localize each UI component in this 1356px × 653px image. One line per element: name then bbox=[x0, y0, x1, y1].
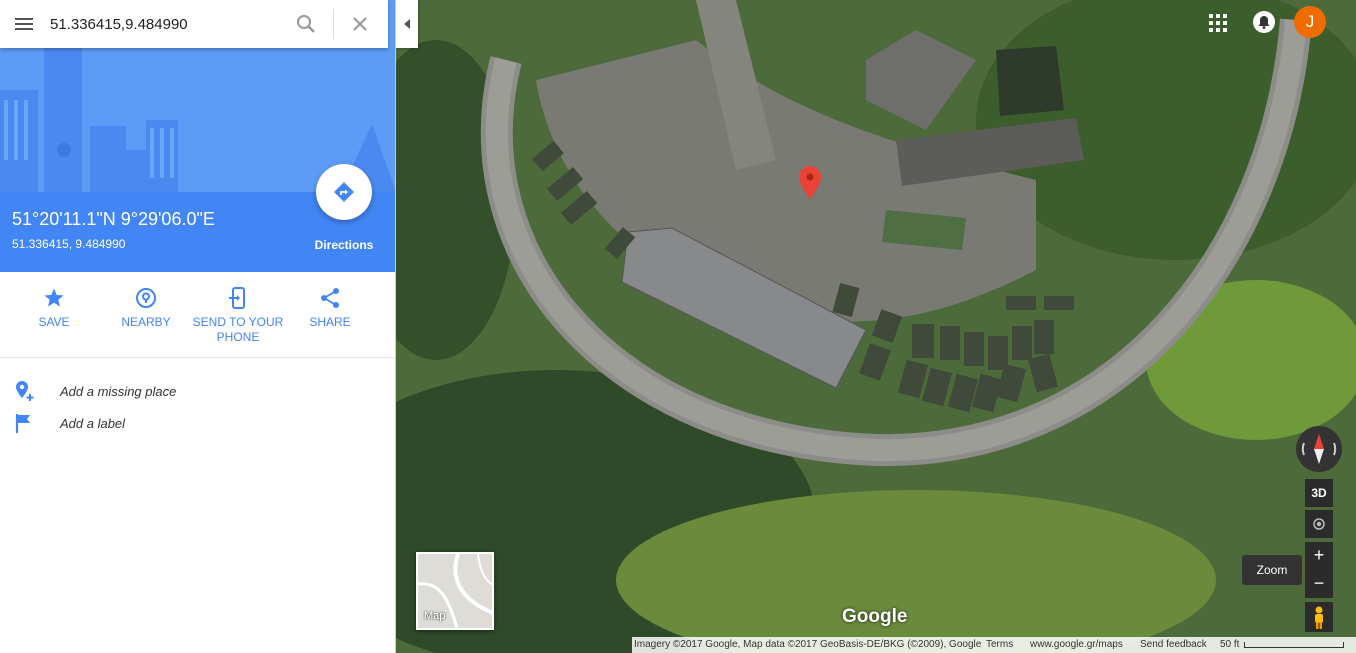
scale-label[interactable]: 50 ft bbox=[1220, 637, 1239, 653]
collapse-panel-button[interactable] bbox=[396, 0, 418, 48]
share-label: SHARE bbox=[309, 315, 351, 329]
terms-link[interactable]: Terms bbox=[986, 637, 1013, 653]
place-title-coordinates: 51°20'11.1"N 9°29'06.0"E bbox=[12, 209, 215, 229]
zoom-tooltip: Zoom bbox=[1242, 555, 1302, 585]
compass-icon bbox=[1301, 434, 1337, 464]
add-place-icon bbox=[16, 381, 34, 401]
directions-button[interactable] bbox=[316, 164, 372, 220]
my-location-icon bbox=[1313, 518, 1325, 530]
search-divider bbox=[333, 9, 334, 39]
nearby-label: NEARBY bbox=[121, 315, 171, 329]
compass-control[interactable] bbox=[1296, 426, 1342, 472]
directions-label[interactable]: Directions bbox=[296, 238, 392, 252]
action-bar: SAVE NEARBY SEND TO YOUR PHONE SHARE bbox=[0, 272, 395, 358]
share-icon bbox=[321, 288, 339, 308]
directions-icon bbox=[334, 182, 354, 202]
my-location-button[interactable] bbox=[1305, 510, 1333, 538]
save-button[interactable]: SAVE bbox=[8, 286, 100, 330]
notifications-bell-icon[interactable] bbox=[1252, 10, 1276, 34]
flag-icon bbox=[15, 414, 30, 433]
nearby-button[interactable]: NEARBY bbox=[100, 286, 192, 330]
add-label-label: Add a label bbox=[60, 416, 126, 431]
zoom-out-button[interactable]: − bbox=[1305, 570, 1333, 598]
apps-grid-icon[interactable] bbox=[1206, 11, 1230, 35]
send-to-phone-icon bbox=[229, 287, 245, 309]
place-decimal-coordinates: 51.336415, 9.484990 bbox=[12, 237, 126, 251]
scale-bar bbox=[1244, 642, 1344, 648]
satellite-map[interactable]: J 3D + − Zoom Map Google Imagery ©2017 G… bbox=[396, 0, 1356, 653]
google-logo: Google bbox=[842, 606, 908, 627]
satellite-imagery bbox=[396, 0, 1356, 653]
close-icon[interactable] bbox=[348, 12, 372, 36]
zoom-in-button[interactable]: + bbox=[1305, 542, 1333, 570]
3d-view-button[interactable]: 3D bbox=[1305, 479, 1333, 507]
account-avatar[interactable]: J bbox=[1294, 6, 1326, 38]
map-footer: Imagery ©2017 Google, Map data ©2017 Geo… bbox=[632, 637, 1356, 653]
send-to-phone-label: SEND TO YOUR PHONE bbox=[192, 315, 284, 344]
add-missing-place-item[interactable]: Add a missing place bbox=[0, 376, 395, 406]
star-icon bbox=[44, 288, 64, 307]
street-view-pegman-button[interactable] bbox=[1305, 602, 1333, 632]
save-label: SAVE bbox=[38, 315, 70, 329]
collapse-left-icon bbox=[404, 19, 410, 29]
hamburger-menu-icon[interactable] bbox=[12, 12, 36, 36]
search-input[interactable] bbox=[50, 10, 280, 38]
send-feedback-link[interactable]: Send feedback bbox=[1140, 637, 1207, 653]
side-panel: 51°20'11.1"N 9°29'06.0"E 51.336415, 9.48… bbox=[0, 0, 396, 653]
map-view-toggle[interactable]: Map bbox=[416, 552, 494, 630]
pegman-icon bbox=[1315, 606, 1323, 629]
add-label-item[interactable]: Add a label bbox=[0, 408, 395, 438]
search-box bbox=[0, 0, 388, 48]
minimap-label: Map bbox=[424, 610, 446, 622]
imagery-attribution: Imagery ©2017 Google, Map data ©2017 Geo… bbox=[634, 639, 982, 650]
search-icon[interactable] bbox=[294, 12, 318, 36]
nearby-pin-icon bbox=[136, 288, 156, 308]
share-button[interactable]: SHARE bbox=[284, 286, 376, 330]
add-missing-place-label: Add a missing place bbox=[60, 384, 177, 399]
maps-url-link[interactable]: www.google.gr/maps bbox=[1030, 637, 1123, 653]
send-to-phone-button[interactable]: SEND TO YOUR PHONE bbox=[192, 286, 284, 345]
